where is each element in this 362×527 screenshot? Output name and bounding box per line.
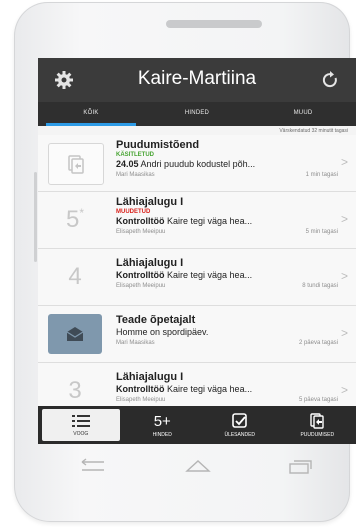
item-text-body: Kaire tegi väga hea... [167,270,253,280]
bottom-nav: VOOG 5+ HINDED ÜLESANDED PUUDUMISED [38,406,356,444]
item-badge: 4 [48,257,102,297]
list-item[interactable]: Puudumistõend KÄSITLETUD 24.05 Andri puu… [38,135,356,192]
nav-absences[interactable]: PUUDUMISED [279,406,357,444]
phone-speaker [166,20,262,28]
item-title: Lähiajalugu I [116,371,184,383]
refresh-icon[interactable] [320,70,340,90]
item-type: Kontrolltöö [116,384,165,394]
item-text-body: Andri puudub kodustel põh... [140,159,256,169]
chevron-right-icon: > [340,212,348,226]
chevron-right-icon: > [340,383,348,397]
grade-number: 3 [68,377,82,404]
item-author: Mari Maasikas [116,340,155,346]
item-title: Puudumistõend [116,139,200,151]
recent-apps-icon[interactable] [286,458,314,474]
document-icon [68,155,84,174]
grade-icon: 5+ [153,412,171,430]
system-nav-bar [38,452,356,482]
item-text: Kontrolltöö Kaire tegi väga hea... [116,270,338,280]
item-badge: 5* [48,200,102,240]
item-text: Kontrolltöö Kaire tegi väga hea... [116,384,338,394]
grade-value: 5* [66,206,84,234]
item-text-body: Kaire tegi väga hea... [167,216,253,226]
chevron-right-icon: > [340,326,348,340]
page-title: Kaire-Martiina [137,68,257,89]
item-badge [48,143,104,185]
item-text: Homme on spordipäev. [116,327,209,337]
item-time: 5 päeva tagasi [298,397,338,403]
chevron-right-icon: > [340,155,348,169]
item-time: 8 tundi tagasi [302,283,338,289]
absences-icon [310,413,324,429]
grade-modifier: * [79,206,85,220]
app-screen: Kaire-Martiina KÕIK HINDED MUUD Värskend… [38,58,356,444]
tab-grades[interactable]: HINDED [144,102,250,126]
tab-all[interactable]: KÕIK [38,102,144,126]
item-date: 24.05 [116,159,139,169]
item-title: Lähiajalugu I [116,257,184,269]
item-title: Teade õpetajalt [116,314,196,326]
item-text: 24.05 Andri puudub kodustel põh... [116,159,338,169]
chevron-right-icon: > [340,269,348,283]
nav-tasks-label: ÜLESANDED [224,432,256,438]
nav-absences-label: PUUDUMISED [300,432,335,438]
tasks-icon [231,413,247,428]
item-time: 1 min tagasi [305,172,338,178]
grade-number: 5 [65,206,80,233]
nav-feed-label: VOOG [73,431,89,437]
item-author: Mari Maasikas [116,172,155,178]
nav-feed[interactable]: VOOG [42,409,120,441]
nav-grades-label: HINDED [152,431,172,438]
envelope-icon [66,327,84,341]
side-volume-button [34,172,37,262]
item-type: Kontrolltöö [116,216,165,226]
back-icon[interactable] [78,458,108,474]
grade-number: 4 [68,263,82,290]
list-icon [71,415,90,427]
item-title: Lähiajalugu I [116,196,184,208]
nav-tasks[interactable]: ÜLESANDED [201,406,279,444]
item-author: Elisapeth Meeipuu [116,283,166,289]
updated-timestamp: Värskendatud 32 minutit tagasi [279,128,348,134]
status-badge: MUUDETUD [116,209,151,215]
item-badge: 3 [48,371,102,411]
status-badge: KÄSITLETUD [116,152,154,158]
item-author: Elisapeth Meeipuu [116,229,166,235]
list-item[interactable]: 5* Lähiajalugu I MUUDETUD Kontrolltöö Ka… [38,192,356,249]
nav-grades[interactable]: 5+ HINDED [124,406,202,444]
home-icon[interactable] [184,458,212,474]
item-time: 2 päeva tagasi [298,340,338,346]
item-type: Kontrolltöö [116,270,165,280]
item-text: Kontrolltöö Kaire tegi väga hea... [116,216,338,226]
app-header: Kaire-Martiina [38,58,356,102]
feed-list: Puudumistõend KÄSITLETUD 24.05 Andri puu… [38,135,356,420]
tab-other[interactable]: MUUD [250,102,356,126]
list-item[interactable]: Teade õpetajalt Homme on spordipäev. Mar… [38,306,356,363]
item-text-body: Kaire tegi väga hea... [167,384,253,394]
item-badge [48,314,102,354]
list-item[interactable]: 4 Lähiajalugu I Kontrolltöö Kaire tegi v… [38,249,356,306]
tab-bar: KÕIK HINDED MUUD [38,102,356,126]
item-time: 5 min tagasi [305,229,338,235]
item-author: Elisapeth Meeipuu [116,397,166,403]
